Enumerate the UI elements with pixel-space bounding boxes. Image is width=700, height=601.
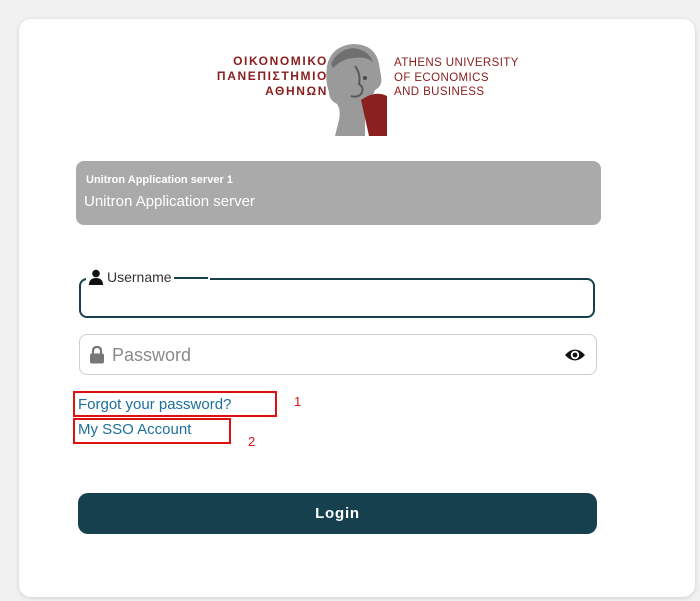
university-emblem-icon (326, 44, 387, 136)
annotation-box-2 (73, 418, 231, 444)
server-subtitle: Unitron Application server (84, 193, 255, 210)
logo-greek-line-2: ΠΑΝΕΠΙΣΤΗΜΙΟ (216, 69, 328, 83)
username-label: Username (86, 268, 210, 286)
show-password-eye-icon[interactable] (564, 346, 586, 364)
login-button[interactable]: Login (78, 493, 597, 534)
logo-greek-line-3: ΑΘΗΝΩΝ (265, 84, 328, 98)
password-field[interactable] (79, 334, 597, 375)
logo-english-line-1: ATHENS UNIVERSITY (394, 57, 519, 69)
lock-icon (90, 346, 104, 364)
username-label-text: Username (107, 269, 172, 285)
annotation-number-1: 1 (294, 394, 302, 409)
password-input[interactable] (110, 340, 554, 370)
university-logo-english-text: ATHENS UNIVERSITY OF ECONOMICS AND BUSIN… (394, 56, 564, 100)
logo-english-line-2: OF ECONOMICS (394, 71, 489, 84)
server-info-box: Unitron Application server 1 Unitron App… (76, 161, 601, 225)
annotation-number-2: 2 (248, 434, 256, 449)
logo-english-line-3: AND BUSINESS (394, 86, 485, 98)
annotation-box-1 (73, 391, 277, 417)
user-icon (89, 269, 103, 285)
logo-greek-line-1: ΟΙΚΟΝΟΜΙΚΟ (233, 54, 328, 68)
university-logo-greek-text: ΟΙΚΟΝΟΜΙΚΟ ΠΑΝΕΠΙΣΤΗΜΙΟ ΑΘΗΝΩΝ (170, 54, 328, 99)
username-legend-line (173, 276, 208, 279)
server-title: Unitron Application server 1 (86, 174, 233, 186)
